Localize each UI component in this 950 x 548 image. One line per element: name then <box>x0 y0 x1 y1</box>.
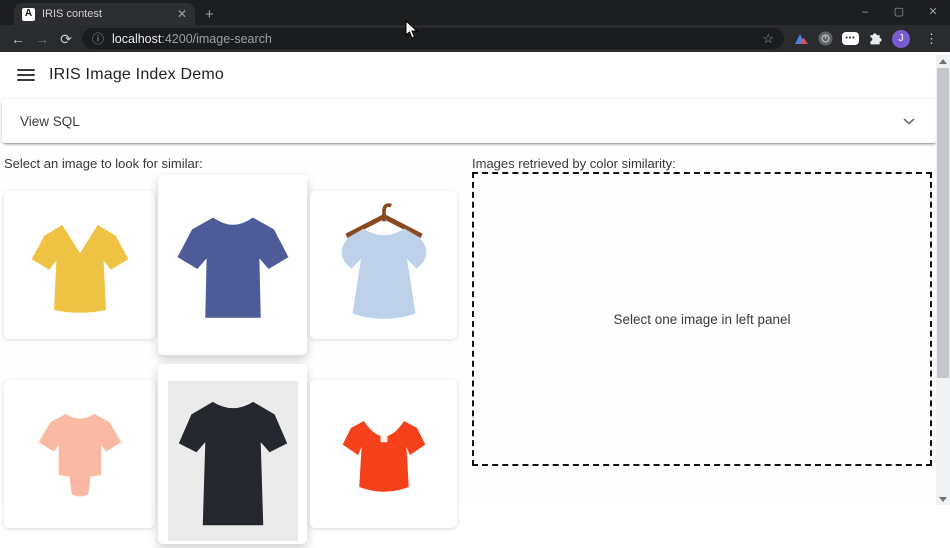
analytics-extension-icon[interactable] <box>794 32 809 45</box>
tab-strip: A IRIS contest ✕ + – ▢ ✕ <box>0 0 950 25</box>
product-card-peach-onesie[interactable] <box>4 380 155 528</box>
profile-avatar[interactable]: J <box>892 30 910 48</box>
page-scrollbar[interactable] <box>936 55 950 505</box>
bookmark-star-icon[interactable]: ☆ <box>762 32 774 45</box>
maximize-button[interactable]: ▢ <box>882 0 916 25</box>
yellow-blouse-image <box>21 206 139 324</box>
browser-tab[interactable]: A IRIS contest ✕ <box>14 3 195 25</box>
close-button[interactable]: ✕ <box>916 0 950 25</box>
url-text[interactable]: localhost:4200/image-search <box>112 32 754 46</box>
forward-button[interactable]: → <box>30 32 54 46</box>
scrollbar-thumb[interactable] <box>937 68 949 378</box>
browser-toolbar: ← → ⟳ ⓘ localhost:4200/image-search ☆ ••… <box>0 25 950 52</box>
hamburger-menu-icon[interactable] <box>17 69 35 81</box>
window-controls: – ▢ ✕ <box>848 0 950 25</box>
url-host: localhost <box>112 32 161 46</box>
lightblue-blouse-image <box>323 202 445 328</box>
results-placeholder-text: Select one image in left panel <box>613 312 790 327</box>
mouse-cursor <box>405 20 419 40</box>
orange-croptop-image <box>323 395 445 513</box>
url-path: :4200/image-search <box>161 32 271 46</box>
browser-menu-icon[interactable]: ⋮ <box>925 32 938 45</box>
history-extension-icon[interactable] <box>818 31 833 46</box>
product-card-black-tshirt[interactable] <box>158 364 307 544</box>
view-sql-label: View SQL <box>20 114 80 129</box>
chevron-down-icon <box>903 118 915 125</box>
browser-window: A IRIS contest ✕ + – ▢ ✕ ← → ⟳ ⓘ localho… <box>0 0 950 505</box>
back-button[interactable]: ← <box>6 32 30 46</box>
scrollbar-down-arrow[interactable] <box>936 493 950 505</box>
results-dropzone: Select one image in left panel <box>472 172 932 466</box>
page-title: IRIS Image Index Demo <box>49 66 224 84</box>
extensions-puzzle-icon[interactable] <box>868 31 883 46</box>
dots-extension-icon[interactable]: ••• <box>842 32 859 45</box>
extensions-area: ••• J ⋮ <box>794 30 940 48</box>
tab-title: IRIS contest <box>42 8 170 20</box>
reload-button[interactable]: ⟳ <box>54 32 78 46</box>
image-grid <box>4 170 458 548</box>
blue-tshirt-image <box>167 195 299 335</box>
black-tshirt-image-bg <box>168 381 298 541</box>
view-sql-expansion-panel[interactable]: View SQL <box>2 99 937 143</box>
new-tab-button[interactable]: + <box>205 7 214 22</box>
right-panel-label: Images retrieved by color similarity: <box>472 156 676 171</box>
address-bar[interactable]: ⓘ localhost:4200/image-search ☆ <box>82 28 784 49</box>
peach-onesie-image <box>21 395 139 513</box>
product-card-yellow-blouse[interactable] <box>4 191 155 339</box>
site-info-icon[interactable]: ⓘ <box>92 33 104 45</box>
product-card-lightblue-blouse[interactable] <box>310 191 457 339</box>
tab-favicon-icon: A <box>22 8 35 21</box>
minimize-button[interactable]: – <box>848 0 882 25</box>
product-card-orange-croptop[interactable] <box>310 380 457 528</box>
app-header: IRIS Image Index Demo <box>0 52 936 97</box>
web-page: IRIS Image Index Demo View SQL Select an… <box>0 52 950 505</box>
scrollbar-up-arrow[interactable] <box>936 55 950 67</box>
tab-close-icon[interactable]: ✕ <box>177 8 187 20</box>
product-card-blue-tshirt[interactable] <box>158 175 307 355</box>
left-panel-label: Select an image to look for similar: <box>4 156 203 171</box>
black-tshirt-image <box>170 381 296 531</box>
